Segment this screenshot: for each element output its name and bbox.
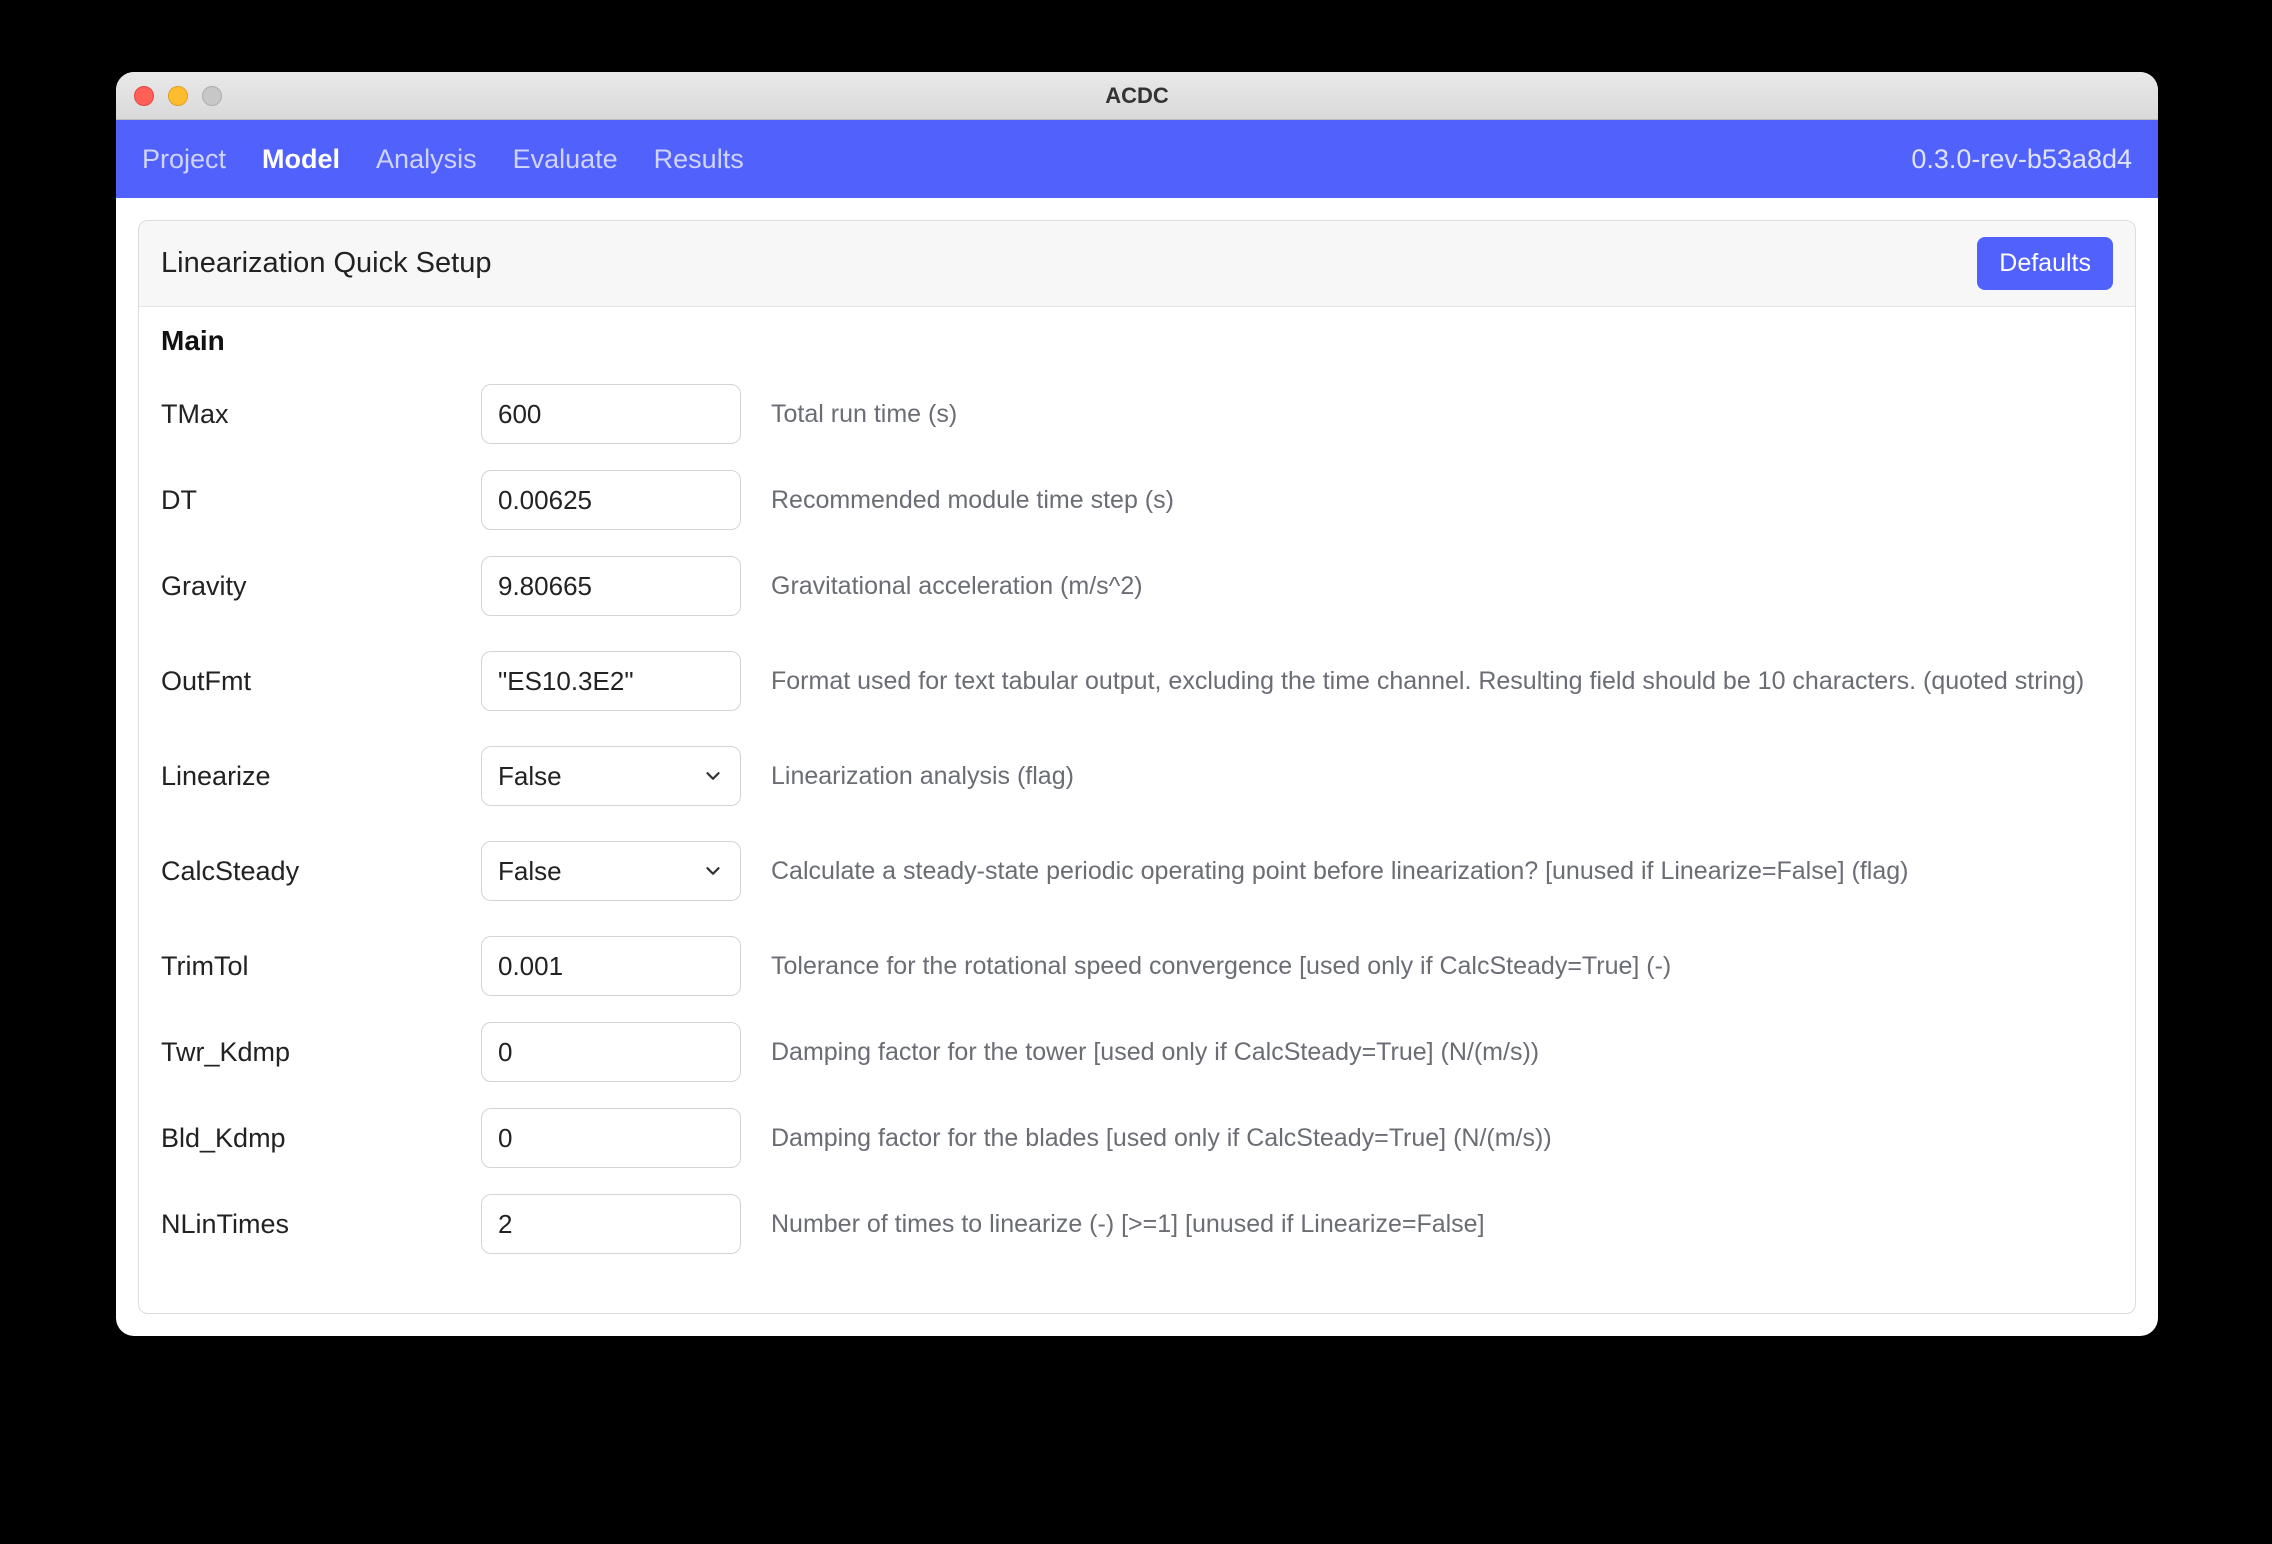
nav-tabs: Project Model Analysis Evaluate Results [142, 144, 744, 175]
field-desc: Gravitational acceleration (m/s^2) [751, 568, 2113, 604]
field-desc: Linearization analysis (flag) [751, 758, 2113, 794]
defaults-button[interactable]: Defaults [1977, 237, 2113, 290]
field-row-calcsteady: CalcSteady False Calculate a steady-stat… [161, 819, 2113, 923]
field-row-gravity: Gravity Gravitational acceleration (m/s^… [161, 543, 2113, 629]
nav-tab-evaluate[interactable]: Evaluate [513, 144, 618, 175]
field-label: OutFmt [161, 666, 471, 697]
field-label: Linearize [161, 761, 471, 792]
field-label: DT [161, 485, 471, 516]
field-label: Bld_Kdmp [161, 1123, 471, 1154]
bldkdmp-input[interactable] [481, 1108, 741, 1168]
dt-input[interactable] [481, 470, 741, 530]
nlintimes-input[interactable] [481, 1194, 741, 1254]
field-label: Twr_Kdmp [161, 1037, 471, 1068]
field-label: CalcSteady [161, 856, 471, 887]
field-row-outfmt: OutFmt Format used for text tabular outp… [161, 629, 2113, 733]
card-body: Main TMax Total run time (s) DT Recommen… [139, 307, 2135, 1267]
field-desc: Format used for text tabular output, exc… [751, 663, 2113, 699]
gravity-input[interactable] [481, 556, 741, 616]
tmax-input[interactable] [481, 384, 741, 444]
field-label: TrimTol [161, 951, 471, 982]
field-row-trimtol: TrimTol Tolerance for the rotational spe… [161, 923, 2113, 1009]
nav-tab-results[interactable]: Results [654, 144, 744, 175]
field-desc: Recommended module time step (s) [751, 482, 2113, 518]
nav-tab-analysis[interactable]: Analysis [376, 144, 477, 175]
window-controls [134, 86, 222, 106]
app-window: ACDC Project Model Analysis Evaluate Res… [116, 72, 2158, 1336]
field-desc: Tolerance for the rotational speed conve… [751, 948, 2113, 984]
field-row-tmax: TMax Total run time (s) [161, 371, 2113, 457]
setup-card: Linearization Quick Setup Defaults Main … [138, 220, 2136, 1314]
card-title: Linearization Quick Setup [161, 247, 491, 280]
calcsteady-select[interactable]: False [481, 841, 741, 901]
nav-tab-project[interactable]: Project [142, 144, 226, 175]
version-label: 0.3.0-rev-b53a8d4 [1911, 144, 2132, 175]
zoom-window-button[interactable] [202, 86, 222, 106]
field-row-linearize: Linearize False Linearization analysis (… [161, 733, 2113, 819]
field-row-dt: DT Recommended module time step (s) [161, 457, 2113, 543]
field-label: NLinTimes [161, 1209, 471, 1240]
field-label: Gravity [161, 571, 471, 602]
close-window-button[interactable] [134, 86, 154, 106]
field-desc: Damping factor for the blades [used only… [751, 1120, 2113, 1156]
outfmt-input[interactable] [481, 651, 741, 711]
linearize-select[interactable]: False [481, 746, 741, 806]
trimtol-input[interactable] [481, 936, 741, 996]
nav-tab-model[interactable]: Model [262, 144, 340, 175]
chevron-down-icon [702, 765, 724, 787]
window-title: ACDC [116, 83, 2158, 109]
field-label: TMax [161, 399, 471, 430]
minimize-window-button[interactable] [168, 86, 188, 106]
select-value: False [498, 856, 562, 887]
field-desc: Calculate a steady-state periodic operat… [751, 853, 2113, 889]
field-row-nlintimes: NLinTimes Number of times to linearize (… [161, 1181, 2113, 1267]
section-heading: Main [161, 325, 2113, 357]
main-navbar: Project Model Analysis Evaluate Results … [116, 120, 2158, 198]
field-desc: Total run time (s) [751, 396, 2113, 432]
field-row-bldkdmp: Bld_Kdmp Damping factor for the blades [… [161, 1095, 2113, 1181]
select-value: False [498, 761, 562, 792]
content-area: Linearization Quick Setup Defaults Main … [116, 198, 2158, 1336]
field-desc: Damping factor for the tower [used only … [751, 1034, 2113, 1070]
twrkdmp-input[interactable] [481, 1022, 741, 1082]
chevron-down-icon [702, 860, 724, 882]
field-desc: Number of times to linearize (-) [>=1] [… [751, 1206, 2113, 1242]
field-row-twrkdmp: Twr_Kdmp Damping factor for the tower [u… [161, 1009, 2113, 1095]
card-header: Linearization Quick Setup Defaults [139, 221, 2135, 307]
titlebar: ACDC [116, 72, 2158, 120]
